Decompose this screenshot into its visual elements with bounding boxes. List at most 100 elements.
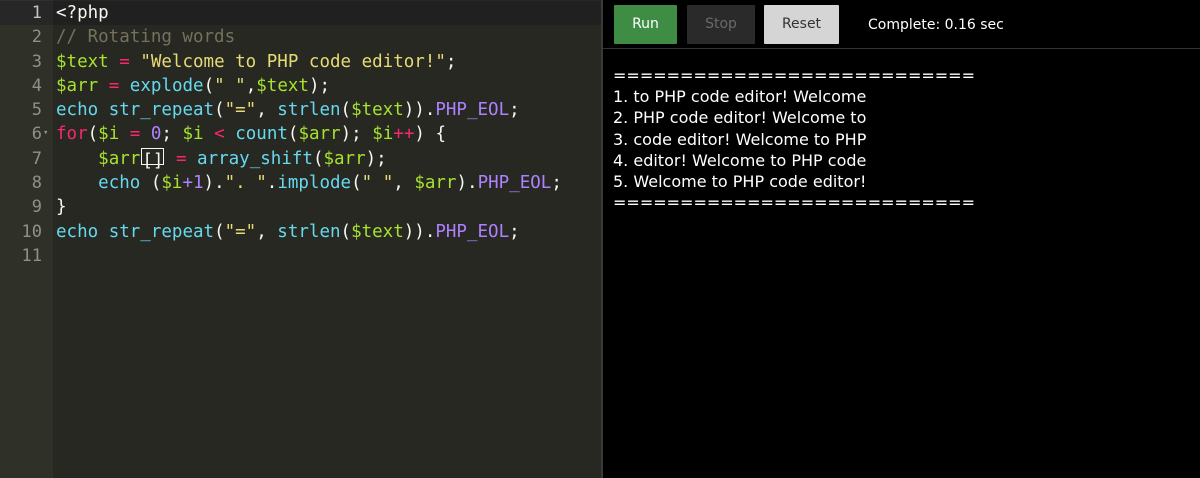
code-token: strlen: [277, 221, 341, 242]
code-token: ;: [509, 100, 520, 121]
code-token: (: [214, 221, 225, 242]
code-token: str_repeat: [108, 100, 215, 121]
line-number: 4: [31, 75, 42, 96]
output-line: 5. Welcome to PHP code editor!: [613, 171, 867, 191]
code-line[interactable]: 6 ▾ for($i = 0; $i < count($arr); $i++) {: [0, 122, 601, 146]
code-token: (: [140, 173, 162, 194]
code-token: ) {: [414, 124, 446, 145]
code-line[interactable]: 1 <?php: [0, 1, 601, 25]
code-token: array_shift: [197, 148, 313, 169]
code-token: $arr: [98, 148, 141, 169]
code-text[interactable]: <?php: [56, 1, 109, 25]
code-token: =: [175, 148, 187, 169]
code-token: ,: [393, 173, 415, 194]
code-token: PHP_EOL: [477, 173, 552, 194]
line-number: 5: [31, 100, 42, 121]
code-token: <: [214, 124, 225, 145]
reset-button[interactable]: Reset: [764, 5, 839, 44]
output-line: 4. editor! Welcome to PHP code: [613, 150, 867, 170]
code-token: ,: [245, 75, 257, 96]
code-line[interactable]: 7 $arr[] = array_shift($arr);: [0, 147, 601, 171]
code-line[interactable]: 4 $arr = explode(" ",$text);: [0, 74, 601, 98]
code-token: "=": [224, 221, 257, 242]
code-text[interactable]: echo str_repeat("=", strlen($text)).PHP_…: [56, 220, 520, 244]
code-text[interactable]: $text = "Welcome to PHP code editor!";: [56, 50, 456, 74]
fold-arrow-icon[interactable]: ▾: [43, 129, 48, 138]
code-token: explode: [129, 75, 204, 96]
line-number: 11: [21, 245, 42, 266]
line-number: 1: [31, 3, 42, 23]
code-token: }: [56, 197, 67, 218]
code-text[interactable]: // Rotating words: [56, 25, 235, 49]
code-token: ;: [509, 221, 520, 242]
code-token: $text: [256, 75, 309, 96]
code-token: ).: [203, 173, 225, 194]
code-token: ,: [256, 100, 278, 121]
code-token: );: [365, 148, 387, 169]
run-button[interactable]: Run: [614, 5, 677, 44]
code-token: <?php: [56, 3, 109, 23]
code-lines[interactable]: 1 <?php 2 // Rotating words 3 $text = "Welcom…: [0, 1, 601, 268]
code-line[interactable]: 5 echo str_repeat("=", strlen($text)).PHP…: [0, 98, 601, 122]
code-token: ;: [161, 124, 183, 145]
code-token: $i: [161, 173, 183, 194]
program-output: =========================== 1. to PHP cod…: [613, 65, 975, 213]
code-token: PHP_EOL: [435, 100, 510, 121]
line-number: 6: [31, 124, 42, 145]
output-line: 2. PHP code editor! Welcome to: [613, 108, 867, 128]
code-token: ,: [256, 221, 278, 242]
code-token: (: [203, 75, 215, 96]
code-token: =: [108, 75, 120, 96]
line-number: 3: [31, 51, 42, 72]
code-token: )).: [403, 221, 436, 242]
code-text[interactable]: echo str_repeat("=", strlen($text)).PHP_…: [56, 98, 520, 122]
code-text[interactable]: echo ($i+1).". ".implode(" ", $arr).PHP_…: [56, 171, 562, 195]
code-token: PHP_EOL: [435, 221, 510, 242]
code-token: 0: [150, 124, 162, 145]
code-line[interactable]: 11: [0, 244, 601, 268]
code-line[interactable]: 2 // Rotating words: [0, 25, 601, 49]
execution-status: Complete: 0.16 sec: [868, 17, 1004, 33]
code-token: (: [351, 173, 362, 194]
code-token: =: [119, 51, 130, 72]
code-text[interactable]: for($i = 0; $i < count($arr); $i++) {: [56, 122, 446, 146]
output-line: ===========================: [613, 66, 975, 85]
code-token: echo: [98, 173, 141, 194]
stop-button[interactable]: Stop: [687, 5, 755, 44]
code-token: "Welcome to PHP code editor!": [140, 51, 446, 72]
code-token: for: [56, 124, 88, 145]
code-token: implode: [277, 173, 352, 194]
code-line[interactable]: 8 echo ($i+1).". ".implode(" ", $arr).PH…: [0, 171, 601, 195]
code-token: $arr: [414, 173, 457, 194]
code-token: $text: [351, 221, 404, 242]
code-text[interactable]: $arr[] = array_shift($arr);: [56, 147, 387, 171]
code-token: (: [340, 221, 352, 242]
code-token: count: [235, 124, 288, 145]
code-token: ;: [445, 51, 457, 72]
code-line[interactable]: 10 echo str_repeat("=", strlen($text)).PH…: [0, 220, 601, 244]
line-number: 7: [31, 148, 42, 169]
code-line[interactable]: 3 $text = "Welcome to PHP code editor!";: [0, 50, 601, 74]
code-token: =: [129, 124, 141, 145]
code-text[interactable]: }: [56, 195, 67, 219]
code-text[interactable]: $arr = explode(" ",$text);: [56, 74, 330, 98]
code-token: $arr: [298, 124, 341, 145]
code-token: $arr: [323, 148, 366, 169]
code-token: ++: [393, 124, 415, 145]
code-token: (: [87, 124, 99, 145]
code-token: " ": [361, 173, 394, 194]
toolbar: Run Stop Reset Complete: 0.16 sec: [603, 0, 1200, 49]
code-line[interactable]: 9}: [0, 195, 601, 219]
code-editor[interactable]: 1 <?php 2 // Rotating words 3 $text = "Welcom…: [0, 0, 601, 478]
code-token: $i: [372, 124, 394, 145]
code-token: $text: [351, 100, 404, 121]
code-token: $i: [182, 124, 204, 145]
